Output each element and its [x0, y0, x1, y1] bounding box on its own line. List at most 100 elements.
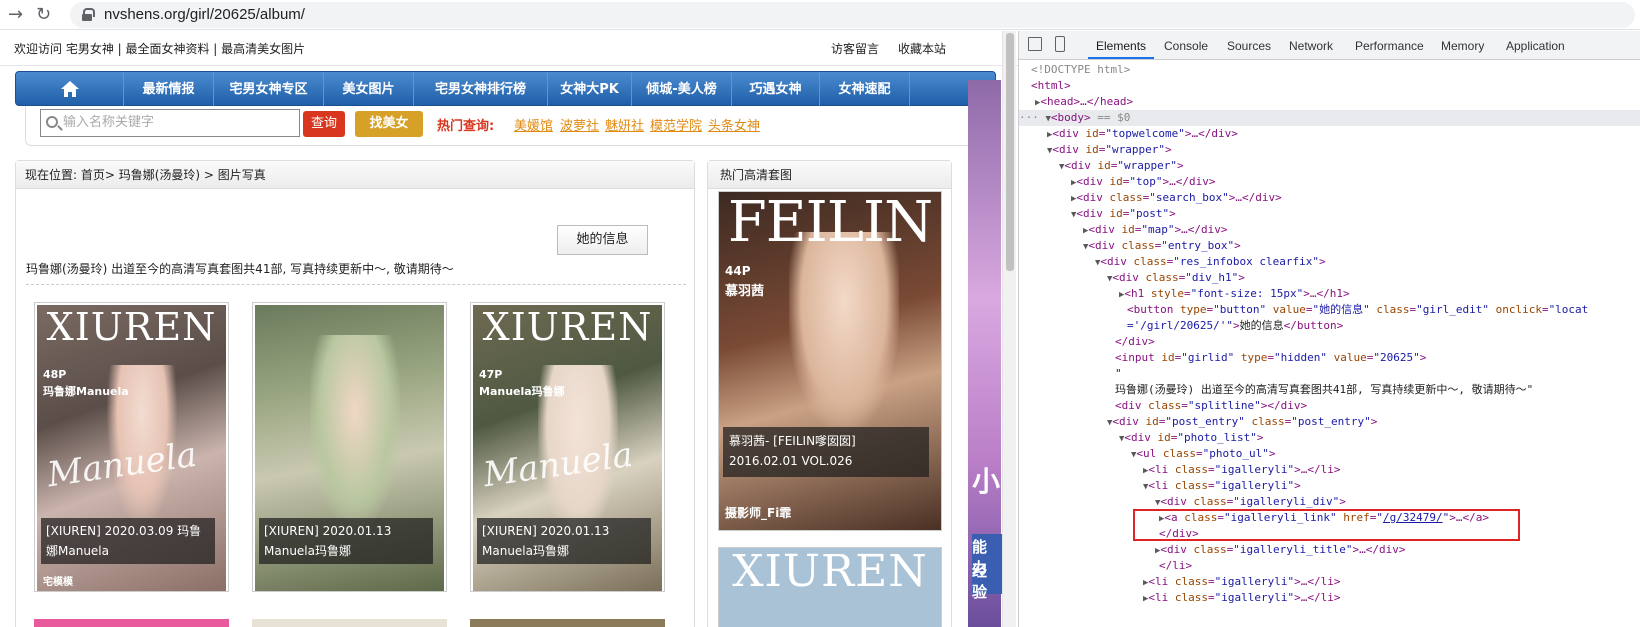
- hot-query-label: 热门查询:: [437, 119, 495, 134]
- dom-line-selected[interactable]: ··· ▼<body> == $0: [1019, 110, 1640, 126]
- hot-cover-brand: XIUREN: [732, 547, 928, 597]
- nav-item-beauty-list[interactable]: 倾城-美人榜: [632, 72, 732, 107]
- url-text: nvshens.org/girl/20625/album/: [104, 6, 305, 23]
- cover-model: 玛鲁娜Manuela: [43, 385, 129, 398]
- dom-line[interactable]: </div>: [1115, 334, 1155, 350]
- dom-line[interactable]: ▼<div id="wrapper">: [1047, 142, 1172, 158]
- search-placeholder: 输入名称关键字: [63, 115, 155, 130]
- album-card-partial[interactable]: [34, 619, 229, 627]
- inspect-icon[interactable]: [1028, 37, 1042, 51]
- dom-line[interactable]: <input id="girlid" type="hidden" value="…: [1115, 350, 1426, 366]
- album-cover[interactable]: XIUREN 47P Manuela玛鲁娜 Manuela [XIUREN] 2…: [473, 305, 662, 591]
- home-icon[interactable]: [16, 72, 124, 107]
- breadcrumb: 现在位置: 首页> 玛鲁娜(汤曼玲) > 图片写真: [16, 161, 694, 189]
- dom-line[interactable]: ▼<div class="div_h1">: [1107, 270, 1245, 286]
- tab-memory[interactable]: Memory: [1441, 39, 1484, 53]
- hot-link[interactable]: 波萝社: [560, 115, 599, 134]
- search-icon: [46, 116, 58, 128]
- dom-line[interactable]: ▶<div id="top">…</div>: [1071, 174, 1216, 190]
- browser-toolbar: → ↻ nvshens.org/girl/20625/album/: [0, 0, 1640, 30]
- dom-line[interactable]: <button type="button" value="她的信息" class…: [1127, 302, 1588, 318]
- hot-link[interactable]: 模范学院: [650, 115, 702, 134]
- dom-line[interactable]: ▶<h1 style="font-size: 15px">…</h1>: [1119, 286, 1350, 302]
- album-caption[interactable]: [XIUREN] 2020.03.09 玛鲁娜Manuela: [41, 518, 215, 564]
- nav-item-ranking[interactable]: 宅男女神排行榜: [414, 72, 548, 107]
- album-cover[interactable]: XIUREN 48P 玛鲁娜Manuela Manuela [XIUREN] 2…: [37, 305, 226, 591]
- advert-text: 经验: [972, 562, 988, 601]
- hot-link[interactable]: 美媛馆: [514, 115, 553, 134]
- favorite-link[interactable]: 收藏本站: [898, 40, 946, 57]
- album-cover[interactable]: [XIUREN] 2020.01.13 Manuela玛鲁娜: [255, 305, 444, 591]
- nav-item-pk[interactable]: 女神大PK: [548, 72, 632, 107]
- album-card-partial[interactable]: [470, 619, 665, 627]
- address-bar[interactable]: nvshens.org/girl/20625/album/: [70, 2, 1635, 28]
- hot-link[interactable]: 头条女神: [708, 115, 760, 134]
- reload-icon[interactable]: ↻: [36, 3, 51, 27]
- album-card[interactable]: [XIUREN] 2020.01.13 Manuela玛鲁娜: [252, 302, 447, 592]
- dom-line[interactable]: ▼<div id="post">: [1071, 206, 1176, 222]
- web-page: 欢迎访问 宅男女神 | 最全面女神资料 | 最高清美女图片 访客留言 收藏本站 …: [0, 31, 1062, 627]
- dom-line[interactable]: ": [1115, 366, 1122, 382]
- highlight-annotation-box: [1133, 509, 1520, 541]
- dom-line[interactable]: ▼<div class="entry_box">: [1083, 238, 1241, 254]
- nav-item-latest[interactable]: 最新情报: [124, 72, 214, 107]
- hot-link[interactable]: 魅妍社: [605, 115, 644, 134]
- device-toggle-icon[interactable]: [1055, 36, 1065, 52]
- nav-item-zone[interactable]: 宅男女神专区: [214, 72, 324, 107]
- dom-line[interactable]: ▶<li class="igalleryli">…</li>: [1143, 462, 1341, 478]
- album-card[interactable]: XIUREN 47P Manuela玛鲁娜 Manuela [XIUREN] 2…: [470, 302, 665, 592]
- dom-line[interactable]: ▶<li class="igalleryli">…</li>: [1143, 590, 1341, 606]
- dom-line[interactable]: ▼<div id="photo_list">: [1119, 430, 1264, 446]
- dom-line[interactable]: </li>: [1159, 558, 1192, 574]
- dom-line[interactable]: ▶<li class="igalleryli">…</li>: [1143, 574, 1341, 590]
- active-tab-indicator: [1088, 57, 1154, 59]
- scrollbar-thumb[interactable]: [1006, 33, 1014, 271]
- dom-line[interactable]: ▼<div class="res_infobox clearfix">: [1095, 254, 1326, 270]
- page-scrollbar[interactable]: [1002, 31, 1016, 627]
- nav-item-encounter[interactable]: 巧遇女神: [732, 72, 820, 107]
- tab-application[interactable]: Application: [1506, 39, 1565, 53]
- dom-line[interactable]: ▶<div class="igalleryli_title">…</div>: [1155, 542, 1406, 558]
- dom-line[interactable]: ='/girl/20625/'">她的信息</button>: [1127, 318, 1343, 334]
- dom-line[interactable]: ▼<ul class="photo_ul">: [1131, 446, 1276, 462]
- forward-icon[interactable]: →: [8, 3, 23, 27]
- welcome-text: 欢迎访问 宅男女神 | 最全面女神资料 | 最高清美女图片: [14, 42, 306, 56]
- her-info-button[interactable]: 她的信息: [557, 225, 648, 255]
- nav-item-match[interactable]: 女神速配: [820, 72, 910, 107]
- dom-line[interactable]: ▶<div id="map">…</div>: [1083, 222, 1228, 238]
- hot-cover-photographer: 摄影师_Fi霏: [725, 506, 792, 520]
- cover-brand: XIUREN: [482, 305, 653, 349]
- side-advert[interactable]: 小 能力 经验: [968, 80, 1002, 627]
- dom-line[interactable]: <html>: [1031, 78, 1071, 94]
- album-caption[interactable]: [XIUREN] 2020.01.13 Manuela玛鲁娜: [259, 518, 433, 564]
- query-button[interactable]: 查询: [303, 111, 345, 137]
- album-caption[interactable]: [XIUREN] 2020.01.13 Manuela玛鲁娜: [477, 518, 651, 564]
- dom-line[interactable]: ▼<div id="wrapper">: [1059, 158, 1184, 174]
- search-input[interactable]: 输入名称关键字: [40, 109, 300, 137]
- dom-line[interactable]: ▶<div id="topwelcome">…</div>: [1047, 126, 1238, 142]
- album-card[interactable]: XIUREN 48P 玛鲁娜Manuela Manuela [XIUREN] 2…: [34, 302, 229, 592]
- guestbook-link[interactable]: 访客留言: [831, 40, 879, 57]
- advert-text: 小: [972, 465, 1001, 498]
- hot-album-card[interactable]: FEILIN 44P 慕羽茜 慕羽茜- [FEILIN嗲囡囡] 2016.02.…: [718, 191, 942, 531]
- tab-elements[interactable]: Elements: [1096, 39, 1146, 53]
- hot-album-card[interactable]: XIUREN: [718, 547, 942, 627]
- dom-line[interactable]: <div class="splitline"></div>: [1115, 398, 1307, 414]
- nav-item-photos[interactable]: 美女图片: [324, 72, 414, 107]
- dom-line[interactable]: <!DOCTYPE html>: [1031, 62, 1130, 78]
- dom-line[interactable]: ▶<div class="search_box">…</div>: [1071, 190, 1282, 206]
- tab-console[interactable]: Console: [1164, 39, 1208, 53]
- dom-line[interactable]: ▶<head>…</head>: [1035, 94, 1133, 110]
- search-box: 输入名称关键字 查询 找美女 热门查询: 美媛馆 波萝社 魅妍社 模范学院 头条…: [25, 106, 980, 146]
- hot-album-caption[interactable]: 慕羽茜- [FEILIN嗲囡囡] 2016.02.01 VOL.026: [723, 427, 929, 477]
- dom-line[interactable]: 玛鲁娜(汤曼玲) 出道至今的高清写真套图共41部, 写真持续更新中～, 敬请期待…: [1115, 382, 1533, 398]
- tab-network[interactable]: Network: [1289, 39, 1333, 53]
- tab-performance[interactable]: Performance: [1355, 39, 1424, 53]
- album-card-partial[interactable]: [252, 619, 447, 627]
- find-beauty-button[interactable]: 找美女: [355, 111, 423, 137]
- dom-line[interactable]: ▼<div class="igalleryli_div">: [1155, 494, 1346, 510]
- dom-line[interactable]: ▼<div id="post_entry" class="post_entry"…: [1107, 414, 1377, 430]
- cover-footer: 宅模模: [43, 577, 73, 588]
- dom-line[interactable]: ▼<li class="igalleryli">: [1143, 478, 1301, 494]
- tab-sources[interactable]: Sources: [1227, 39, 1271, 53]
